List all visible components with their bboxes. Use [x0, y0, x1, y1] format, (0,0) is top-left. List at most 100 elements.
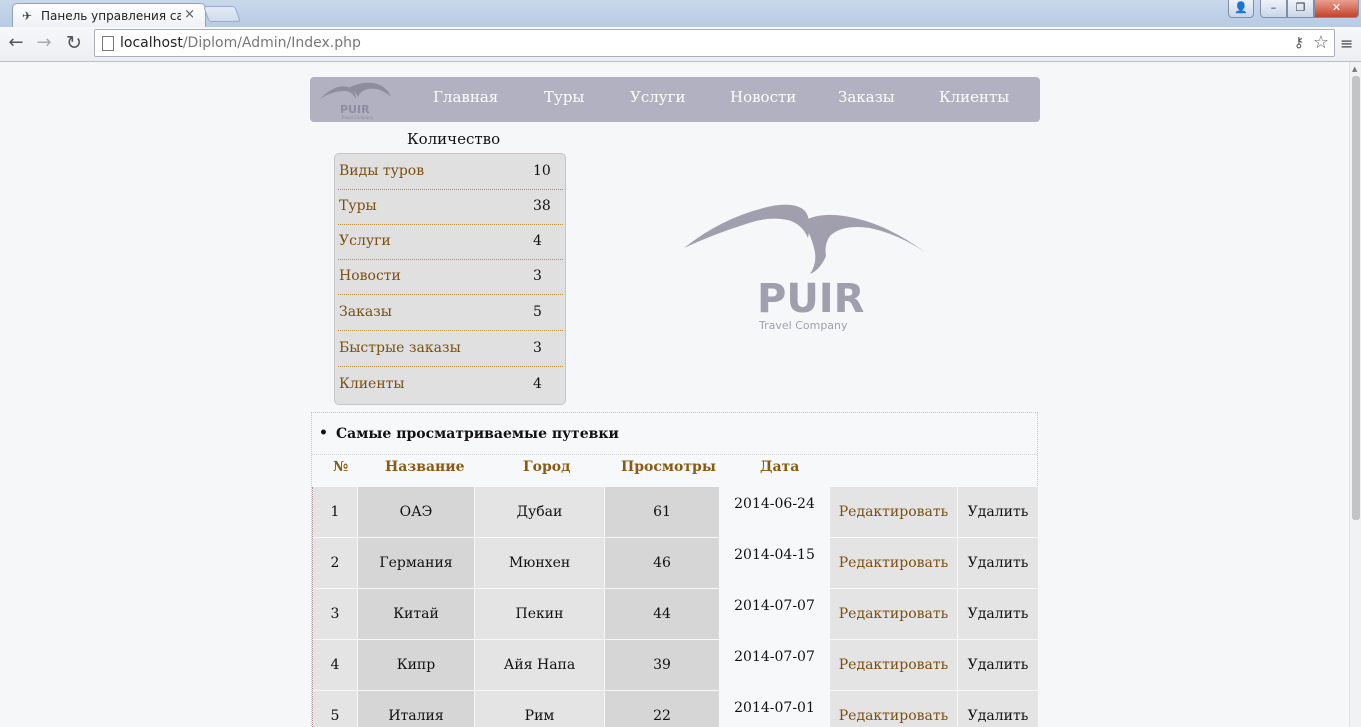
cell-city: Айя Напа [475, 640, 604, 690]
nav-item-orders[interactable]: Заказы [838, 88, 895, 106]
cell-name: ОАЭ [358, 487, 474, 537]
cell-date: 2014-07-01 [720, 691, 829, 727]
count-row: Новости 3 [338, 259, 563, 295]
divider [312, 454, 1037, 455]
count-value: 4 [533, 233, 542, 249]
edit-link[interactable]: Редактировать [830, 538, 957, 588]
delete-link[interactable]: Удалить [958, 589, 1038, 639]
table-row: 4 Кипр Айя Напа 39 2014-07-07 Редактиров… [313, 640, 1038, 691]
tab-title: Панель управления сайт [41, 9, 181, 23]
cell-views: 46 [605, 538, 719, 588]
cell-date: 2014-04-15 [720, 538, 829, 588]
count-label[interactable]: Заказы [339, 304, 392, 320]
minimize-button[interactable]: – [1260, 0, 1287, 18]
reload-icon[interactable]: ↻ [63, 32, 85, 54]
svg-text:Travel Company: Travel Company [340, 115, 374, 120]
back-arrow-icon[interactable]: ← [5, 32, 27, 54]
edit-link[interactable]: Редактировать [830, 589, 957, 639]
count-row: Туры 38 [338, 189, 563, 225]
url-host: localhost [120, 35, 183, 51]
table-row: 1 ОАЭ Дубаи 61 2014-06-24 Редактировать … [313, 487, 1038, 538]
close-window-button[interactable]: ✕ [1314, 0, 1359, 18]
edit-link[interactable]: Редактировать [830, 487, 957, 537]
edit-link[interactable]: Редактировать [830, 640, 957, 690]
count-row: Виды туров 10 [338, 154, 563, 190]
browser-toolbar: ← → ↻ localhost/Diplom/Admin/Index.php ⚷… [0, 27, 1361, 62]
cell-number: 3 [313, 589, 357, 639]
delete-link[interactable]: Удалить [958, 487, 1038, 537]
nav-logo[interactable]: PUIR Travel Company [318, 79, 392, 121]
count-heading: Количество [407, 130, 501, 148]
forward-arrow-icon[interactable]: → [33, 32, 55, 54]
count-label[interactable]: Быстрые заказы [339, 340, 461, 356]
user-profile-icon[interactable]: 👤 [1228, 0, 1254, 18]
count-label[interactable]: Туры [339, 198, 377, 214]
table-row: 3 Китай Пекин 44 2014-07-07 Редактироват… [313, 589, 1038, 640]
count-row: Услуги 4 [338, 224, 563, 260]
count-table: Виды туров 10 Туры 38 Услуги 4 Новости 3… [334, 153, 566, 405]
bookmark-star-icon[interactable]: ☆ [1313, 32, 1329, 53]
nav-item-clients[interactable]: Клиенты [939, 88, 1009, 106]
browser-tab[interactable]: ✈ Панель управления сайт × [12, 3, 206, 27]
count-value: 10 [533, 163, 551, 179]
cell-city: Мюнхен [475, 538, 604, 588]
table-row: 5 Италия Рим 22 2014-07-01 Редактировать… [313, 691, 1038, 727]
scrollbar-thumb[interactable] [1352, 76, 1360, 520]
address-bar[interactable]: localhost/Diplom/Admin/Index.php ⚷ ☆ [94, 29, 1335, 57]
count-value: 3 [533, 340, 542, 356]
count-value: 4 [533, 376, 542, 392]
popular-tours-title: Самые просматриваемые путевки [319, 425, 619, 442]
cell-name: Италия [358, 691, 474, 727]
count-row: Быстрые заказы 3 [338, 331, 563, 367]
cell-city: Пекин [475, 589, 604, 639]
column-header-name: Название [385, 459, 465, 475]
new-tab-button[interactable] [203, 6, 241, 22]
count-label[interactable]: Новости [339, 268, 401, 284]
column-header-views: Просмотры [621, 459, 716, 475]
key-icon[interactable]: ⚷ [1294, 35, 1304, 51]
column-header-date: Дата [760, 459, 800, 475]
cell-number: 1 [313, 487, 357, 537]
column-header-city: Город [523, 459, 571, 475]
cell-date: 2014-07-07 [720, 640, 829, 690]
page-viewport: PUIR Travel Company Главная Туры Услуги … [0, 62, 1349, 727]
count-row: Клиенты 4 [338, 367, 563, 403]
cell-city: Дубаи [475, 487, 604, 537]
site-navigation: PUIR Travel Company Главная Туры Услуги … [310, 77, 1040, 122]
popular-tours-section: Самые просматриваемые путевки № Название… [311, 412, 1038, 727]
delete-link[interactable]: Удалить [958, 538, 1038, 588]
count-label[interactable]: Услуги [339, 233, 391, 249]
delete-link[interactable]: Удалить [958, 691, 1038, 727]
nav-item-news[interactable]: Новости [730, 88, 796, 106]
browser-menu-icon[interactable]: ≡ [1340, 34, 1353, 53]
site-favicon-icon: ✈ [22, 9, 33, 23]
count-label[interactable]: Клиенты [339, 376, 405, 392]
count-value: 38 [533, 198, 551, 214]
cell-number: 5 [313, 691, 357, 727]
tab-close-icon[interactable]: × [184, 7, 195, 22]
cell-views: 61 [605, 487, 719, 537]
cell-views: 44 [605, 589, 719, 639]
count-row: Заказы 5 [338, 295, 563, 331]
count-value: 5 [533, 304, 542, 320]
nav-item-services[interactable]: Услуги [630, 88, 685, 106]
cell-views: 39 [605, 640, 719, 690]
cell-number: 2 [313, 538, 357, 588]
maximize-button[interactable]: ❐ [1287, 0, 1314, 18]
delete-link[interactable]: Удалить [958, 640, 1038, 690]
popular-tours-table: 1 ОАЭ Дубаи 61 2014-06-24 Редактировать … [312, 487, 1038, 727]
page-icon [102, 36, 114, 51]
cell-name: Германия [358, 538, 474, 588]
company-logo: PUIR Travel Company [684, 204, 925, 332]
cell-name: Кипр [358, 640, 474, 690]
url-path: /Diplom/Admin/Index.php [182, 35, 361, 51]
nav-item-home[interactable]: Главная [433, 88, 498, 106]
page-scrollbar[interactable]: ▲ [1349, 62, 1361, 727]
scroll-up-arrow-icon[interactable]: ▲ [1352, 65, 1357, 73]
count-value: 3 [533, 268, 542, 284]
svg-text:Travel Company: Travel Company [758, 319, 848, 332]
cell-number: 4 [313, 640, 357, 690]
edit-link[interactable]: Редактировать [830, 691, 957, 727]
nav-item-tours[interactable]: Туры [544, 88, 584, 106]
count-label[interactable]: Виды туров [339, 163, 424, 179]
